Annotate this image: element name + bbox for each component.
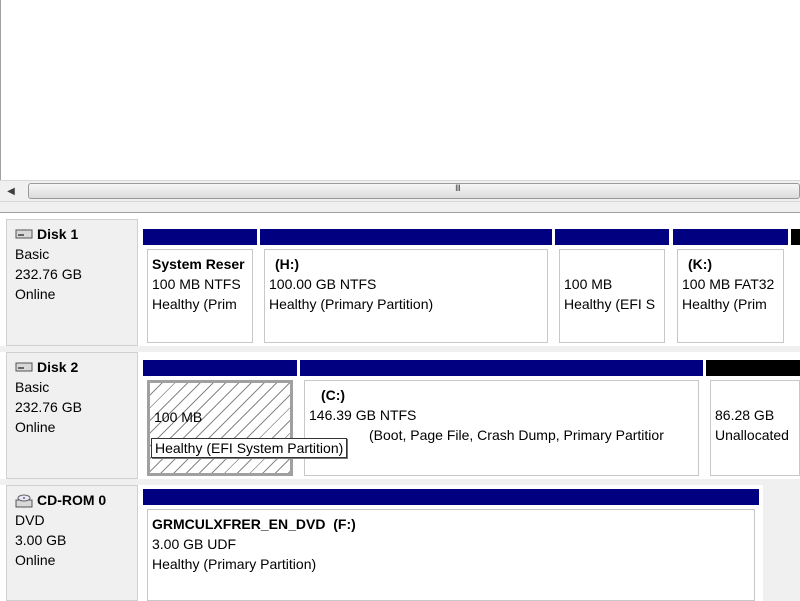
partition-body[interactable]: (C:) 146.39 GB NTFS (Boot, Page File, Cr…: [304, 380, 699, 476]
partition-body[interactable]: 100 MB Healthy (EFI S: [559, 249, 665, 343]
empty-area: [763, 479, 800, 601]
partition-bar: [143, 489, 759, 505]
disk-info-1[interactable]: Disk 1 Basic 232.76 GB Online: [6, 219, 138, 346]
scrollbar-thumb[interactable]: [28, 183, 800, 199]
partition-body[interactable]: 86.28 GB Unallocated: [710, 380, 800, 476]
partition-detail: 100 MB NTFS: [152, 274, 252, 294]
pane-splitter[interactable]: [0, 202, 800, 212]
partition-title: [564, 254, 664, 274]
disk-graphical-pane: Disk 1 Basic 232.76 GB Online System Res…: [0, 212, 800, 600]
disk-name: Disk 2: [37, 357, 78, 377]
arrow-left-icon[interactable]: ◀: [2, 184, 20, 200]
partition-detail: 100 MB: [154, 407, 290, 427]
partition-status: Healthy (Primary Partition): [152, 554, 754, 574]
partition-detail: 100.00 GB NTFS: [269, 274, 547, 294]
partition-detail: 100 MB FAT32: [682, 274, 783, 294]
partition-c[interactable]: (C:) 146.39 GB NTFS (Boot, Page File, Cr…: [300, 360, 703, 478]
partition-status: (Boot, Page File, Crash Dump, Primary Pa…: [309, 425, 698, 445]
disk-size: 3.00 GB: [15, 530, 137, 550]
partition-body[interactable]: GRMCULXFRER_EN_DVD (F:) 3.00 GB UDF Heal…: [147, 509, 755, 601]
partition-title: [154, 387, 290, 407]
partition-efi-selected[interactable]: 100 MB: [143, 360, 297, 478]
disk-size: 232.76 GB: [15, 264, 137, 284]
scrollbar-grip: III: [455, 184, 460, 194]
partition-detail: 86.28 GB: [715, 405, 799, 425]
partition-system-reserved[interactable]: System Reser 100 MB NTFS Healthy (Prim: [143, 229, 257, 345]
disk-name: CD-ROM 0: [37, 490, 106, 510]
cd-rom-icon: [15, 494, 35, 506]
partition-status: Healthy (EFI S: [564, 294, 664, 314]
disk-info-cdrom[interactable]: CD-ROM 0 DVD 3.00 GB Online: [6, 485, 138, 601]
partition-bar: [143, 229, 257, 245]
volume-list-pane[interactable]: [0, 0, 800, 180]
disk-name: Disk 1: [37, 224, 78, 244]
disk-type: Basic: [15, 377, 137, 397]
partition-h[interactable]: (H:) 100.00 GB NTFS Healthy (Primary Par…: [260, 229, 552, 345]
horizontal-scrollbar[interactable]: ◀ III: [0, 180, 800, 202]
partition-bar: [555, 229, 669, 245]
partition-status: Healthy (Primary Partition): [269, 294, 547, 314]
disk-status: Online: [15, 417, 137, 437]
partition-bar: [143, 360, 297, 376]
partition-bar: [791, 229, 800, 245]
partition-bar: [260, 229, 552, 245]
partition-unallocated[interactable]: 86.28 GB Unallocated: [706, 360, 800, 478]
partition-title: GRMCULXFRER_EN_DVD (F:): [152, 514, 754, 534]
partition-offscreen[interactable]: [791, 229, 800, 345]
partition-title: System Reser: [152, 254, 252, 274]
partition-detail: 100 MB: [564, 274, 664, 294]
disk-size: 232.76 GB: [15, 397, 137, 417]
partition-title: (K:): [682, 254, 783, 274]
hard-disk-icon: [15, 361, 35, 373]
disk-row-cdrom: CD-ROM 0 DVD 3.00 GB Online GRMCULXFRER_…: [0, 479, 800, 601]
partition-k[interactable]: (K:) 100 MB FAT32 Healthy (Prim: [673, 229, 788, 345]
partition-bar: [706, 360, 800, 376]
partition-status: Healthy (Prim: [152, 294, 252, 314]
partition-detail: 3.00 GB UDF: [152, 534, 754, 554]
partition-bar: [673, 229, 788, 245]
partition-efi[interactable]: 100 MB Healthy (EFI S: [555, 229, 669, 345]
partition-body[interactable]: System Reser 100 MB NTFS Healthy (Prim: [147, 249, 253, 343]
partition-title: (C:): [309, 385, 698, 405]
disk-type: Basic: [15, 244, 137, 264]
disk-info-2[interactable]: Disk 2 Basic 232.76 GB Online: [6, 352, 138, 479]
disk-status: Online: [15, 550, 137, 570]
disk-row-1: Disk 1 Basic 232.76 GB Online System Res…: [0, 213, 800, 346]
partition-detail: 146.39 GB NTFS: [309, 405, 698, 425]
partition-body[interactable]: (K:) 100 MB FAT32 Healthy (Prim: [677, 249, 784, 343]
partition-body[interactable]: (H:) 100.00 GB NTFS Healthy (Primary Par…: [264, 249, 548, 343]
partition-status: Unallocated: [715, 425, 799, 445]
partition-title: [715, 385, 799, 405]
disk-type: DVD: [15, 510, 137, 530]
partition-tooltip: Healthy (EFI System Partition): [151, 438, 347, 458]
hard-disk-icon: [15, 228, 35, 240]
partition-status: Healthy (Prim: [682, 294, 783, 314]
partition-bar: [300, 360, 703, 376]
partition-dvd[interactable]: GRMCULXFRER_EN_DVD (F:) 3.00 GB UDF Heal…: [143, 489, 759, 601]
disk-row-2: Disk 2 Basic 232.76 GB Online 100 MB (C:…: [0, 346, 800, 479]
partition-title: (H:): [269, 254, 547, 274]
disk-status: Online: [15, 284, 137, 304]
partition-body[interactable]: 100 MB: [147, 380, 293, 476]
